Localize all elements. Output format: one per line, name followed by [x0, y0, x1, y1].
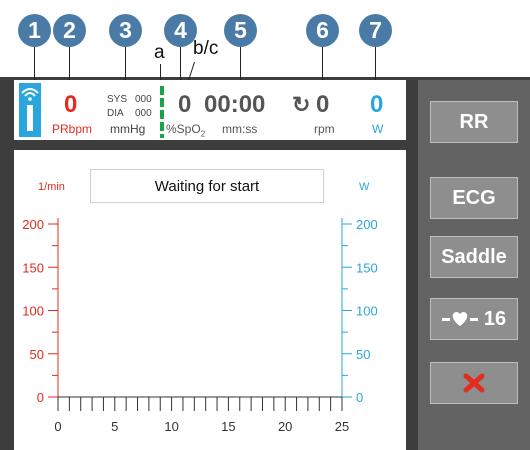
spo2-signal-bar [160, 86, 164, 138]
callout-5: 5 [224, 14, 257, 47]
watt-value: 0 [370, 91, 384, 118]
spo2-unit: %SpO2 [166, 122, 206, 139]
right-y-tick-label: 150 [356, 260, 378, 275]
callout-letter-a: a [154, 42, 165, 63]
side-panel: RR ECG Saddle 16 [418, 80, 530, 450]
right-y-tick-label: 50 [356, 347, 370, 362]
info-icon [27, 105, 33, 131]
trend-chart: 0 50 100 150 200 0 50 100 150 200 0 5 10 15 20 25 [22, 217, 378, 434]
saddle-button[interactable]: Saddle [430, 236, 518, 278]
left-y-tick-label: 200 [22, 217, 44, 232]
rpm-value: 0 [316, 91, 330, 118]
callout-6: 6 [306, 14, 339, 47]
chart-panel: Waiting for start 1/min W 0 50 100 150 200 0 5… [14, 150, 406, 450]
wifi-icon [21, 88, 39, 101]
x-tick-label: 10 [164, 419, 178, 434]
bp-unit: mmHg [110, 122, 146, 136]
heart-icon [441, 312, 478, 326]
dia-label: DIA [107, 108, 124, 119]
right-y-tick-label: 200 [356, 217, 378, 232]
rotation-icon: ↻ [292, 92, 311, 117]
dia-value: 000 [135, 108, 152, 119]
pulse-rate-unit: PRbpm [52, 122, 93, 136]
callout-3: 3 [109, 14, 142, 47]
left-y-tick-label: 0 [37, 390, 44, 405]
info-tile[interactable] [19, 83, 41, 137]
close-icon [463, 373, 485, 393]
heart-rate-button[interactable]: 16 [430, 298, 518, 340]
ecg-button[interactable]: ECG [430, 177, 518, 219]
heart-rate-value: 16 [483, 307, 507, 330]
x-tick-label: 15 [221, 419, 235, 434]
callout-2: 2 [53, 14, 86, 47]
x-tick-label: 20 [278, 419, 292, 434]
right-y-tick-label: 100 [356, 304, 378, 319]
x-tick-label: 0 [54, 419, 61, 434]
callout-letter-bc: b/c [193, 38, 219, 59]
left-y-tick-label: 100 [22, 304, 44, 319]
left-y-tick-label: 50 [30, 347, 44, 362]
spo2-value: 0 [178, 91, 192, 118]
status-bar: 0 PRbpm SYS 000 DIA 000 mmHg 0 %SpO2 00:… [14, 80, 406, 140]
pulse-rate-value: 0 [64, 91, 78, 118]
time-unit: mm:ss [222, 122, 258, 136]
right-y-tick-label: 0 [356, 390, 363, 405]
x-tick-label: 5 [111, 419, 118, 434]
callout-7: 7 [359, 14, 392, 47]
sys-label: SYS [107, 94, 128, 105]
rr-button[interactable]: RR [430, 101, 518, 143]
leader-line-2 [69, 47, 70, 82]
watt-unit: W [372, 122, 384, 136]
time-value: 00:00 [204, 91, 266, 118]
leader-line-1 [34, 47, 35, 80]
rpm-unit: rpm [314, 122, 335, 136]
x-tick-label: 25 [335, 419, 349, 434]
sys-value: 000 [135, 94, 152, 105]
left-y-tick-label: 150 [22, 260, 44, 275]
callout-1: 1 [18, 14, 51, 47]
cancel-button[interactable] [430, 362, 518, 404]
